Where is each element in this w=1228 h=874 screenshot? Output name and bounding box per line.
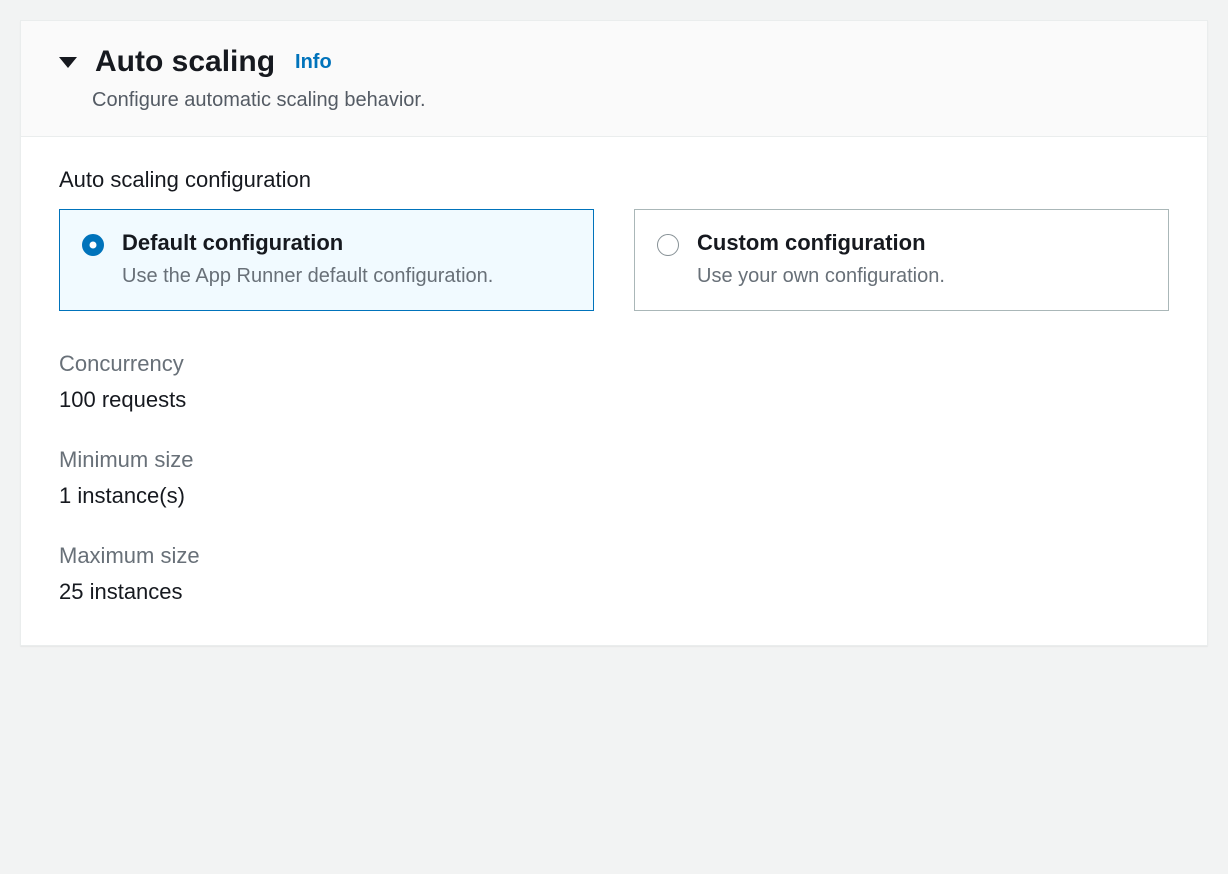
radio-content: Default configuration Use the App Runner…	[122, 230, 571, 290]
header-title-row: Auto scaling Info	[59, 45, 1169, 79]
radio-icon	[657, 234, 679, 256]
radio-card-group: Default configuration Use the App Runner…	[59, 209, 1169, 311]
info-link[interactable]: Info	[295, 51, 332, 74]
radio-content: Custom configuration Use your own config…	[697, 230, 1146, 290]
field-minimum-size: Minimum size 1 instance(s)	[59, 447, 1169, 509]
field-maximum-size: Maximum size 25 instances	[59, 543, 1169, 605]
field-value-maximum: 25 instances	[59, 579, 1169, 605]
panel-body: Auto scaling configuration Default confi…	[21, 137, 1207, 645]
radio-title-custom: Custom configuration	[697, 230, 1146, 256]
field-concurrency: Concurrency 100 requests	[59, 351, 1169, 413]
auto-scaling-panel: Auto scaling Info Configure automatic sc…	[20, 20, 1208, 646]
panel-header: Auto scaling Info Configure automatic sc…	[21, 21, 1207, 137]
config-section-label: Auto scaling configuration	[59, 167, 1169, 193]
caret-down-icon[interactable]	[59, 57, 77, 68]
radio-card-custom[interactable]: Custom configuration Use your own config…	[634, 209, 1169, 311]
radio-icon	[82, 234, 104, 256]
field-label-maximum: Maximum size	[59, 543, 1169, 569]
field-value-concurrency: 100 requests	[59, 387, 1169, 413]
panel-title: Auto scaling	[95, 45, 275, 79]
field-value-minimum: 1 instance(s)	[59, 483, 1169, 509]
field-label-minimum: Minimum size	[59, 447, 1169, 473]
panel-subtitle: Configure automatic scaling behavior.	[92, 89, 1169, 112]
radio-desc-default: Use the App Runner default configuration…	[122, 262, 571, 290]
radio-desc-custom: Use your own configuration.	[697, 262, 1146, 290]
radio-title-default: Default configuration	[122, 230, 571, 256]
radio-card-default[interactable]: Default configuration Use the App Runner…	[59, 209, 594, 311]
field-label-concurrency: Concurrency	[59, 351, 1169, 377]
